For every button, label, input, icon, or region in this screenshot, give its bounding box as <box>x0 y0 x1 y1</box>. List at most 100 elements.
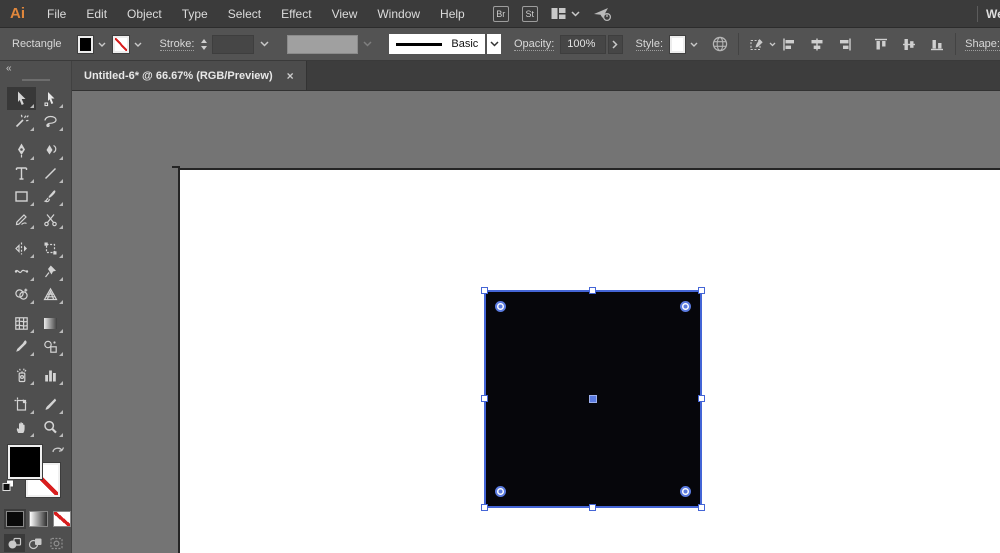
line-segment-tool[interactable] <box>36 162 65 185</box>
symbol-sprayer-tool[interactable] <box>7 364 36 387</box>
stepper-down-icon[interactable] <box>201 45 208 50</box>
menu-help[interactable]: Help <box>430 7 475 21</box>
hand-tool[interactable] <box>7 416 36 439</box>
stroke-weight-chevron-icon[interactable] <box>260 41 269 47</box>
type-tool[interactable] <box>7 162 36 185</box>
fill-chevron-icon[interactable] <box>98 42 106 47</box>
shaper-tool[interactable] <box>7 208 36 231</box>
menu-select[interactable]: Select <box>218 7 271 21</box>
menu-type[interactable]: Type <box>172 7 218 21</box>
selection-tool[interactable] <box>6 87 36 110</box>
default-fill-stroke-icon[interactable] <box>2 479 15 497</box>
stroke-color-swatch[interactable] <box>113 35 129 53</box>
magic-wand-tool[interactable] <box>7 110 36 133</box>
menu-view[interactable]: View <box>322 7 368 21</box>
eyedropper-tool[interactable] <box>7 335 36 358</box>
puppet-warp-tool[interactable] <box>36 260 65 283</box>
mesh-tool[interactable] <box>7 312 36 335</box>
color-button[interactable] <box>3 509 27 529</box>
variable-width-profile-field <box>286 34 359 54</box>
slice-tool[interactable] <box>36 393 65 416</box>
brush-definition-chevron[interactable] <box>487 34 501 54</box>
artboard-tool[interactable] <box>7 393 36 416</box>
opacity-label[interactable]: Opacity: <box>513 38 555 51</box>
align-top-icon[interactable] <box>872 36 890 53</box>
style-label[interactable]: Style: <box>635 38 664 51</box>
draw-inside-button[interactable] <box>46 534 67 552</box>
selected-rectangle[interactable] <box>481 287 705 511</box>
bridge-button[interactable]: Br <box>492 5 509 22</box>
style-chevron-icon[interactable] <box>690 42 698 47</box>
style-swatch[interactable] <box>670 35 686 53</box>
gradient-button[interactable] <box>29 511 48 527</box>
column-graph-tool[interactable] <box>36 364 65 387</box>
handle-bottom-right[interactable] <box>698 504 705 511</box>
align-center-horizontal-icon[interactable] <box>808 36 826 53</box>
menu-window[interactable]: Window <box>367 7 430 21</box>
width-tool[interactable] <box>7 260 36 283</box>
align-bottom-icon[interactable] <box>928 36 946 53</box>
menu-file[interactable]: File <box>37 7 76 21</box>
menu-bar: Ai File Edit Object Type Select Effect V… <box>0 0 1000 28</box>
zoom-tool[interactable] <box>36 416 65 439</box>
direct-selection-tool[interactable] <box>36 87 65 110</box>
curvature-tool[interactable] <box>36 139 65 162</box>
fill-color-swatch[interactable] <box>78 35 94 53</box>
stock-button[interactable]: St <box>521 5 538 22</box>
shape-label[interactable]: Shape: <box>965 38 1000 51</box>
brush-definition-field[interactable]: Basic <box>389 34 486 54</box>
draw-normal-button[interactable] <box>4 534 25 552</box>
gradient-tool[interactable] <box>36 312 65 335</box>
paintbrush-tool[interactable] <box>36 185 65 208</box>
menu-object[interactable]: Object <box>117 7 172 21</box>
workspace-switcher[interactable]: We <box>986 7 1000 21</box>
handle-bottom-left[interactable] <box>481 504 488 511</box>
reflect-tool[interactable] <box>7 237 36 260</box>
document-tab[interactable]: Untitled-6* @ 66.67% (RGB/Preview) × <box>72 61 307 90</box>
opacity-expand-button[interactable] <box>607 34 623 54</box>
perspective-grid-tool[interactable] <box>36 283 65 306</box>
blend-tool[interactable] <box>36 335 65 358</box>
swap-fill-stroke-icon[interactable] <box>50 443 66 462</box>
handle-bottom-center[interactable] <box>589 504 596 511</box>
stroke-weight-label[interactable]: Stroke: <box>159 38 195 51</box>
handle-top-center[interactable] <box>589 287 596 294</box>
globe-icon <box>712 36 728 52</box>
object-center-point[interactable] <box>589 395 597 403</box>
handle-middle-left[interactable] <box>481 395 488 402</box>
pen-tool[interactable] <box>7 139 36 162</box>
arrange-documents-button[interactable] <box>551 7 580 20</box>
corner-widget-top-right[interactable] <box>680 301 691 312</box>
corner-widget-top-left[interactable] <box>495 301 506 312</box>
fill-swatch[interactable] <box>8 445 42 479</box>
align-center-vertical-icon[interactable] <box>900 36 918 53</box>
shape-builder-tool[interactable] <box>7 283 36 306</box>
draw-behind-button[interactable] <box>25 534 46 552</box>
handle-middle-right[interactable] <box>698 395 705 402</box>
lasso-tool[interactable] <box>36 110 65 133</box>
stepper-up-icon[interactable] <box>201 38 208 43</box>
share-button[interactable] <box>593 6 613 22</box>
menu-effect[interactable]: Effect <box>271 7 321 21</box>
rectangle-tool[interactable] <box>7 185 36 208</box>
handle-top-left[interactable] <box>481 287 488 294</box>
menu-edit[interactable]: Edit <box>76 7 117 21</box>
collapse-panel-button[interactable]: « <box>0 61 71 75</box>
panel-drag-handle[interactable] <box>21 79 50 81</box>
none-button[interactable] <box>52 511 71 527</box>
scissors-tool[interactable] <box>36 208 65 231</box>
tab-close-icon[interactable]: × <box>287 69 294 83</box>
corner-widget-bottom-right[interactable] <box>680 486 691 497</box>
corner-widget-bottom-left[interactable] <box>495 486 506 497</box>
free-transform-tool[interactable] <box>36 237 65 260</box>
handle-top-right[interactable] <box>698 287 705 294</box>
stroke-weight-stepper[interactable] <box>201 38 208 50</box>
stroke-chevron-icon[interactable] <box>134 42 142 47</box>
opacity-field[interactable]: 100% <box>560 34 606 54</box>
stroke-weight-field[interactable] <box>212 34 254 54</box>
envelope-distort-button[interactable] <box>748 36 776 53</box>
align-left-icon[interactable] <box>780 36 798 53</box>
document-setup-globe-button[interactable] <box>711 35 729 53</box>
align-right-icon[interactable] <box>836 36 854 53</box>
canvas[interactable] <box>72 91 1000 553</box>
